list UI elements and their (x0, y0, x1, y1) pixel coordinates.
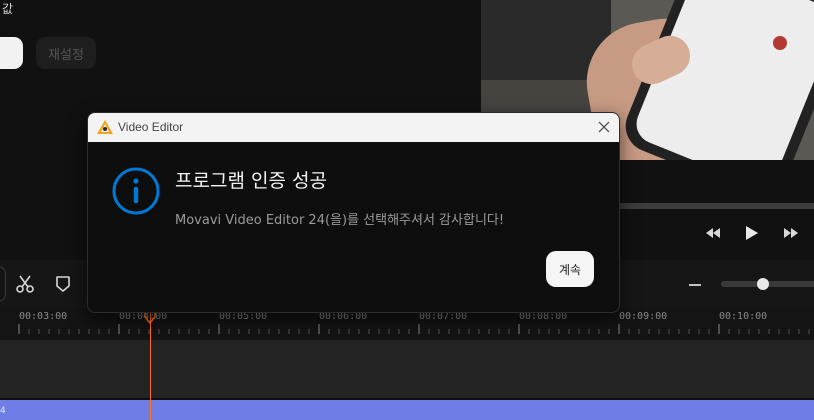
ruler-label: 00:09:00 (619, 311, 668, 322)
play-icon[interactable] (743, 225, 761, 241)
dialog-message: Movavi Video Editor 24(을)를 선택해주셔서 감사합니다! (175, 213, 505, 228)
audio-track-clip[interactable] (0, 400, 814, 420)
ruler-label: 00:10:00 (719, 311, 768, 322)
playhead-line[interactable] (150, 312, 151, 420)
ruler-label: 00:03:00 (19, 311, 68, 322)
video-track[interactable] (0, 340, 814, 398)
close-icon[interactable] (596, 119, 612, 135)
cut-icon[interactable] (15, 274, 35, 294)
zoom-slider-thumb[interactable] (757, 278, 769, 290)
property-value-label: 값 (2, 2, 14, 16)
playback-progress-track[interactable] (618, 203, 814, 209)
continue-button[interactable]: 계속 (546, 251, 594, 287)
reset-button[interactable]: 재설정 (36, 37, 96, 69)
info-icon (112, 167, 160, 215)
rewind-icon[interactable] (704, 225, 722, 241)
dialog-heading: 프로그램 인증 성공 (175, 170, 327, 192)
zoom-out-icon[interactable] (686, 277, 706, 291)
fast-forward-icon[interactable] (782, 225, 800, 241)
movavi-logo-icon (96, 119, 114, 135)
marker-icon[interactable] (54, 275, 72, 293)
audio-track-label: 4 (0, 406, 6, 416)
dialog-title: Video Editor (118, 120, 184, 134)
toolbar-button[interactable] (0, 266, 6, 302)
property-button[interactable] (0, 37, 23, 69)
activation-success-dialog: Video Editor 프로그램 인증 성공 Movavi Video Edi… (87, 112, 620, 313)
preview-red-badge (773, 36, 787, 50)
dialog-titlebar: Video Editor (88, 113, 619, 142)
